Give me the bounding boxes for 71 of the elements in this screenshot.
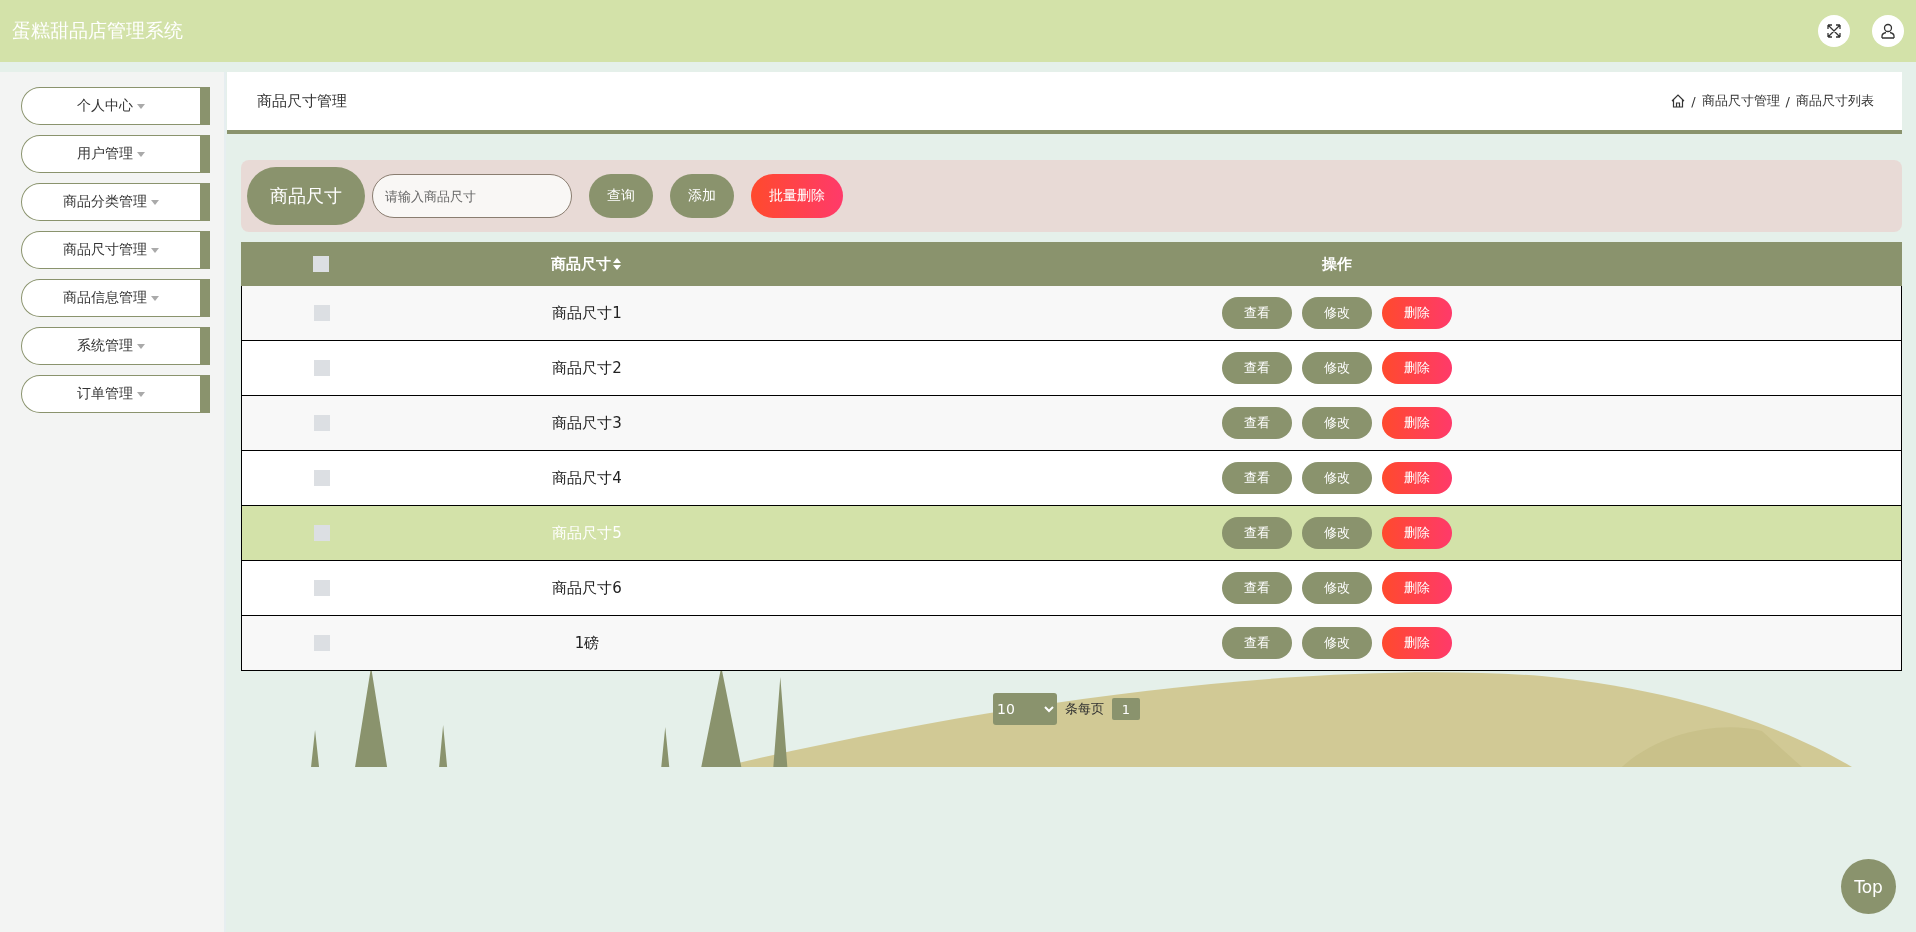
row-action-button[interactable]: 查看 <box>1221 627 1292 659</box>
per-page-label: 条每页 <box>1065 700 1104 718</box>
action-button[interactable]: 添加 <box>670 174 734 218</box>
row-action-button[interactable]: 修改 <box>1301 572 1372 604</box>
page-size-select[interactable]: 10 <box>993 693 1057 725</box>
column-header: 操作 <box>1321 254 1352 274</box>
row-action-button[interactable]: 修改 <box>1301 462 1372 494</box>
row-action-button[interactable]: 查看 <box>1221 352 1292 384</box>
delete-button[interactable]: 删除 <box>1381 407 1452 439</box>
search-label: 商品尺寸 <box>247 167 365 225</box>
row-action-button[interactable]: 修改 <box>1301 407 1372 439</box>
sidebar-item[interactable]: 商品信息管理 <box>21 279 210 317</box>
delete-button[interactable]: 删除 <box>1381 462 1452 494</box>
sidebar-item[interactable]: 商品分类管理 <box>21 183 210 221</box>
table-cell: 商品尺寸4 <box>552 468 622 488</box>
sidebar-item[interactable]: 系统管理 <box>21 327 210 365</box>
row-checkbox[interactable] <box>314 580 330 596</box>
table-cell: 商品尺寸1 <box>552 303 622 323</box>
page-title: 商品尺寸管理 <box>257 91 347 111</box>
action-button[interactable]: 查询 <box>589 174 653 218</box>
fullscreen-icon[interactable] <box>1818 15 1850 47</box>
home-icon[interactable] <box>1671 94 1686 108</box>
row-action-button[interactable]: 修改 <box>1301 352 1372 384</box>
breadcrumb-item[interactable]: 商品尺寸管理 <box>1701 92 1780 110</box>
breadcrumb-separator: / <box>1785 93 1790 109</box>
caret-icon <box>137 151 145 157</box>
table-cell: 商品尺寸6 <box>552 578 622 598</box>
user-icon[interactable] <box>1872 15 1904 47</box>
batch-delete-button[interactable]: 批量删除 <box>751 174 843 218</box>
delete-button[interactable]: 删除 <box>1381 627 1452 659</box>
row-action-button[interactable]: 查看 <box>1221 407 1292 439</box>
row-action-button[interactable]: 修改 <box>1301 517 1372 549</box>
row-checkbox[interactable] <box>314 415 330 431</box>
row-action-button[interactable]: 查看 <box>1221 462 1292 494</box>
delete-button[interactable]: 删除 <box>1381 352 1452 384</box>
caret-icon <box>137 391 145 397</box>
row-action-button[interactable]: 修改 <box>1301 627 1372 659</box>
table-cell: 商品尺寸3 <box>552 413 622 433</box>
row-checkbox[interactable] <box>314 525 330 541</box>
delete-button[interactable]: 删除 <box>1381 297 1452 329</box>
row-checkbox[interactable] <box>314 635 330 651</box>
table-cell: 1磅 <box>574 633 600 653</box>
caret-icon <box>137 103 145 109</box>
row-action-button[interactable]: 查看 <box>1221 572 1292 604</box>
breadcrumb-item: 商品尺寸列表 <box>1796 92 1874 110</box>
delete-button[interactable]: 删除 <box>1381 517 1452 549</box>
column-header[interactable]: 商品尺寸 <box>551 254 621 274</box>
table-cell: 商品尺寸5 <box>552 523 622 543</box>
sidebar-item[interactable]: 商品尺寸管理 <box>21 231 210 269</box>
sort-icon[interactable] <box>613 258 621 270</box>
select-all-checkbox[interactable] <box>313 256 329 272</box>
row-checkbox[interactable] <box>314 360 330 376</box>
row-checkbox[interactable] <box>314 470 330 486</box>
row-action-button[interactable]: 查看 <box>1221 297 1292 329</box>
row-checkbox[interactable] <box>314 305 330 321</box>
sidebar-item[interactable]: 个人中心 <box>21 87 210 125</box>
caret-icon <box>151 295 159 301</box>
caret-icon <box>151 199 159 205</box>
app-title: 蛋糕甜品店管理系统 <box>12 18 183 43</box>
caret-icon <box>137 343 145 349</box>
page-number[interactable]: 1 <box>1112 698 1140 720</box>
delete-button[interactable]: 删除 <box>1381 572 1452 604</box>
caret-icon <box>151 247 159 253</box>
sidebar-item[interactable]: 订单管理 <box>21 375 210 413</box>
row-action-button[interactable]: 查看 <box>1221 517 1292 549</box>
search-field[interactable]: 请输入商品尺寸 <box>372 174 572 218</box>
breadcrumb-separator: / <box>1691 93 1696 109</box>
sidebar-item[interactable]: 用户管理 <box>21 135 210 173</box>
table-cell: 商品尺寸2 <box>552 358 622 378</box>
back-to-top-button[interactable]: Top <box>1841 859 1896 914</box>
row-action-button[interactable]: 修改 <box>1301 297 1372 329</box>
